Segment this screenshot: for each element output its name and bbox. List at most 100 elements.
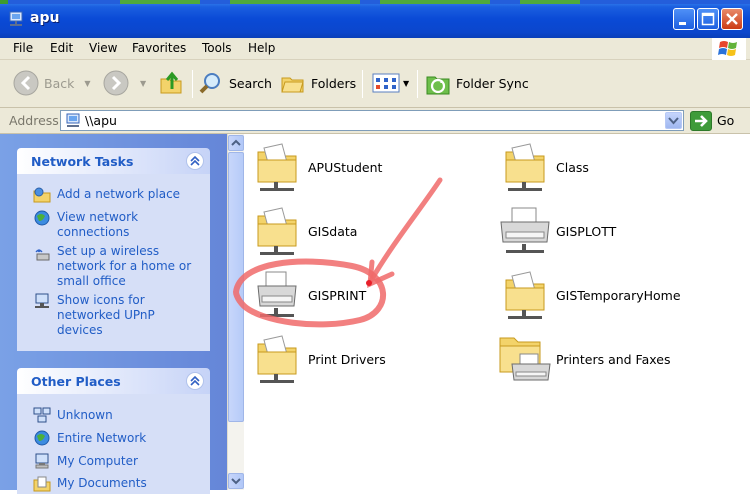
up-folder-button[interactable]: [158, 68, 184, 98]
back-label: Back: [44, 75, 75, 91]
menu-favorites[interactable]: Favorites: [132, 41, 186, 55]
share-label: GISTemporaryHome: [556, 288, 681, 303]
menu-help[interactable]: Help: [248, 41, 275, 55]
address-value: \\apu: [85, 113, 117, 128]
task-view-network-connections[interactable]: View network connections: [57, 210, 197, 240]
share-label: Print Drivers: [308, 352, 386, 367]
task-add-network-place[interactable]: Add a network place: [57, 187, 197, 202]
shared-folder-icon: [257, 207, 297, 255]
share-label: APUStudent: [308, 160, 383, 175]
shared-folder-icon: [257, 335, 297, 383]
address-dropdown-button[interactable]: [665, 112, 682, 129]
folder-sync-label: Folder Sync: [456, 75, 529, 91]
close-button[interactable]: [721, 8, 743, 30]
address-bar: Address \\apu Go: [0, 108, 750, 134]
vertical-scrollbar[interactable]: [227, 134, 244, 490]
network-tasks-header[interactable]: Network Tasks: [17, 148, 210, 174]
scroll-thumb[interactable]: [228, 152, 244, 422]
shared-folder-icon: [505, 143, 545, 191]
network-tasks-title: Network Tasks: [31, 154, 134, 169]
place-my-documents[interactable]: My Documents: [57, 476, 197, 491]
network-share-icon: [66, 113, 80, 127]
entire-network-icon: [34, 430, 50, 446]
views-icon: [372, 73, 400, 93]
windows-logo-icon: [712, 38, 746, 60]
other-places-header[interactable]: Other Places: [17, 368, 210, 394]
folders-icon: [281, 77, 304, 93]
go-arrow-icon: [695, 115, 708, 127]
folders-label: Folders: [311, 75, 357, 91]
window-title: apu: [30, 10, 60, 26]
collapse-icon[interactable]: [186, 152, 204, 170]
share-printers-and-faxes[interactable]: Printers and Faxes: [498, 332, 670, 389]
scroll-down-button[interactable]: [228, 473, 244, 489]
network-share-icon: [9, 11, 23, 26]
title-bar[interactable]: apu: [0, 0, 750, 38]
search-icon: [199, 73, 220, 94]
share-gisplott[interactable]: GISPLOTT: [498, 206, 616, 261]
maximize-button[interactable]: [697, 8, 719, 30]
place-my-computer[interactable]: My Computer: [57, 454, 197, 469]
task-wireless-setup[interactable]: Set up a wireless network for a home or …: [57, 244, 197, 289]
search-button[interactable]: Search: [198, 68, 272, 98]
search-label: Search: [229, 75, 272, 91]
forward-dropdown-icon[interactable]: ▼: [140, 79, 146, 88]
shared-folder-icon: [505, 271, 545, 319]
scroll-up-button[interactable]: [228, 135, 244, 151]
views-dropdown-icon[interactable]: ▼: [403, 79, 409, 88]
shares-view: APUStudent GISdata GISPRINT Print Driver…: [244, 134, 750, 490]
folders-button[interactable]: Folders: [280, 68, 356, 98]
toolbar: Back ▼ ▼ Search Folders ▼ Folder Sync: [0, 60, 750, 108]
menu-tools[interactable]: Tools: [202, 41, 232, 55]
share-label: GISPLOTT: [556, 224, 617, 239]
views-button[interactable]: ▼: [372, 68, 409, 98]
task-show-upnp-icons[interactable]: Show icons for networked UPnP devices: [57, 293, 197, 338]
toolbar-separator: [192, 70, 193, 98]
share-label: Printers and Faxes: [556, 352, 671, 367]
network-tasks-panel: Add a network place View network connect…: [17, 174, 210, 351]
my-computer-icon: [35, 453, 49, 469]
menu-bar: File Edit View Favorites Tools Help: [0, 38, 750, 60]
share-gistemporaryhome[interactable]: GISTemporaryHome: [502, 270, 681, 325]
share-print-drivers[interactable]: Print Drivers: [254, 334, 386, 389]
share-apustudent[interactable]: APUStudent: [254, 142, 382, 197]
share-gisdata[interactable]: GISdata: [254, 206, 357, 261]
share-class[interactable]: Class: [502, 142, 589, 197]
menu-edit[interactable]: Edit: [50, 41, 73, 55]
menu-file[interactable]: File: [13, 41, 33, 55]
taskbar-strip: [0, 0, 750, 4]
shared-folder-icon: [257, 143, 297, 191]
go-label[interactable]: Go: [717, 113, 734, 128]
collapse-icon[interactable]: [186, 372, 204, 390]
back-button[interactable]: Back ▼: [12, 68, 91, 98]
share-label: GISPRINT: [308, 288, 367, 303]
printer-icon: [257, 271, 297, 317]
back-arrow-icon: [13, 70, 39, 96]
back-dropdown-icon[interactable]: ▼: [84, 79, 90, 88]
add-network-place-icon: [33, 187, 51, 203]
share-gisprint[interactable]: GISPRINT: [254, 270, 366, 325]
address-label: Address: [9, 113, 59, 128]
place-entire-network[interactable]: Entire Network: [57, 431, 197, 446]
forward-button[interactable]: ▼: [102, 68, 146, 98]
minimize-button[interactable]: [673, 8, 695, 30]
folder-sync-button[interactable]: Folder Sync: [424, 68, 529, 98]
other-places-panel: Unknown Entire Network My Computer My Do…: [17, 394, 210, 494]
network-connections-icon: [34, 210, 50, 226]
printer-icon: [500, 207, 550, 253]
share-label: Class: [556, 160, 589, 175]
chevron-down-icon: [668, 117, 679, 125]
my-documents-icon: [33, 476, 51, 492]
place-unknown[interactable]: Unknown: [57, 408, 197, 423]
workgroup-icon: [33, 407, 51, 423]
address-input[interactable]: \\apu: [60, 110, 684, 131]
printers-and-faxes-icon: [499, 337, 551, 381]
menu-view[interactable]: View: [89, 41, 117, 55]
toolbar-separator: [417, 70, 418, 98]
wireless-network-icon: [35, 249, 50, 261]
go-button[interactable]: [690, 111, 712, 131]
share-label: GISdata: [308, 224, 358, 239]
toolbar-separator: [362, 70, 363, 98]
up-folder-icon: [160, 71, 182, 94]
upnp-devices-icon: [35, 293, 49, 308]
